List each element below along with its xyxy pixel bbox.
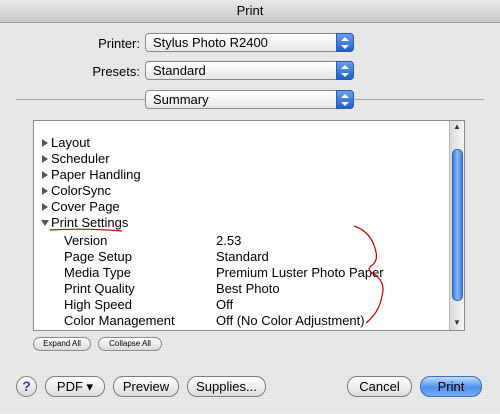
presets-popup[interactable]: Standard — [145, 61, 354, 80]
pdf-button[interactable]: PDF ▾ — [45, 376, 105, 397]
outline-item-label: Paper Handling — [51, 167, 141, 182]
presets-label: Presets: — [92, 64, 140, 79]
setting-value-media-type: Premium Luster Photo Paper — [216, 265, 384, 280]
outline-item-label: Scheduler — [51, 151, 110, 166]
printer-value: Stylus Photo R2400 — [153, 35, 268, 50]
supplies-button[interactable]: Supplies... — [187, 376, 266, 397]
up-down-arrows-icon — [336, 61, 354, 80]
triangle-right-icon[interactable] — [41, 155, 49, 163]
setting-value-page-setup: Standard — [216, 249, 269, 264]
setting-key-media-type: Media Type — [64, 265, 131, 280]
scroll-thumb[interactable] — [452, 149, 463, 301]
printer-label: Printer: — [98, 36, 140, 51]
setting-key-high-speed: High Speed — [64, 297, 132, 312]
cancel-button[interactable]: Cancel — [347, 376, 412, 397]
outline-item-label: Cover Page — [51, 199, 120, 214]
setting-value-print-quality: Best Photo — [216, 281, 280, 296]
setting-key-print-quality: Print Quality — [64, 281, 135, 296]
setting-value-version: 2.53 — [216, 233, 242, 248]
up-down-arrows-icon — [336, 90, 354, 109]
triangle-right-icon[interactable] — [41, 203, 49, 211]
panel-popup[interactable]: Summary — [145, 90, 354, 109]
help-button[interactable]: ? — [16, 376, 37, 397]
outline-scrollbar[interactable]: ▲ ▼ — [449, 121, 464, 330]
triangle-right-icon[interactable] — [41, 187, 49, 195]
expand-all-button[interactable]: Expand All — [33, 337, 91, 351]
scroll-up-arrow-icon[interactable]: ▲ — [453, 123, 461, 131]
setting-key-color-management: Color Management — [64, 313, 175, 328]
preview-button[interactable]: Preview — [113, 376, 179, 397]
outline-item-label: Layout — [51, 135, 91, 150]
collapse-all-button[interactable]: Collapse All — [98, 337, 162, 351]
up-down-arrows-icon — [336, 33, 354, 52]
window-title: Print — [0, 0, 500, 23]
setting-key-version: Version — [64, 233, 108, 248]
outline-item-label: ColorSync — [51, 183, 111, 198]
setting-value-color-management: Off (No Color Adjustment) — [216, 313, 365, 328]
triangle-right-icon[interactable] — [41, 139, 49, 147]
print-button[interactable]: Print — [420, 376, 482, 397]
scroll-down-arrow-icon[interactable]: ▼ — [453, 319, 461, 327]
triangle-right-icon[interactable] — [41, 171, 49, 179]
outline-item-label: Print Settings — [51, 215, 129, 230]
summary-outline: Layout Scheduler Paper Handling ColorSyn… — [34, 121, 452, 330]
summary-panel: Layout Scheduler Paper Handling ColorSyn… — [33, 120, 465, 331]
setting-value-high-speed: Off — [216, 297, 234, 312]
triangle-down-icon[interactable] — [41, 219, 49, 227]
printer-popup[interactable]: Stylus Photo R2400 — [145, 33, 354, 52]
panel-value: Summary — [153, 92, 209, 107]
presets-value: Standard — [153, 63, 206, 78]
setting-key-page-setup: Page Setup — [64, 249, 132, 264]
